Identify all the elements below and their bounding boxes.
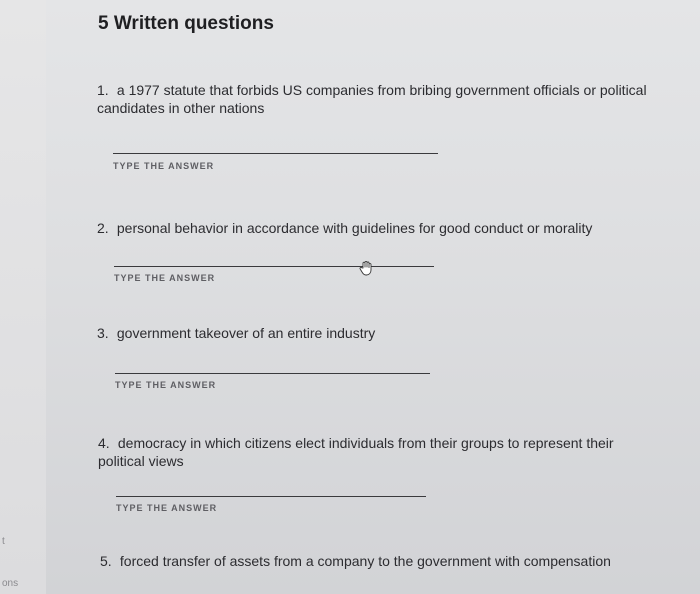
answer-input-3[interactable] bbox=[115, 373, 430, 374]
gutter-fragment-bottom: ons bbox=[2, 578, 19, 589]
question-text: forced transfer of assets from a company… bbox=[119, 553, 611, 569]
question-number: 1. bbox=[97, 82, 109, 98]
question-text: a 1977 statute that forbids US companies… bbox=[97, 82, 647, 116]
question-1: 1. a 1977 statute that forbids US compan… bbox=[97, 81, 672, 117]
question-3: 3. government takeover of an entire indu… bbox=[97, 324, 672, 342]
question-2: 2. personal behavior in accordance with … bbox=[97, 219, 672, 237]
question-number: 4. bbox=[98, 435, 110, 451]
question-text: democracy in which citizens elect indivi… bbox=[98, 435, 614, 469]
question-number: 2. bbox=[97, 220, 109, 236]
question-4: 4. democracy in which citizens elect ind… bbox=[98, 434, 658, 470]
gutter-fragment-top: t bbox=[2, 536, 5, 547]
question-5: 5. forced transfer of assets from a comp… bbox=[100, 552, 680, 570]
answer-label-3: TYPE THE ANSWER bbox=[115, 380, 217, 390]
answer-label-2: TYPE THE ANSWER bbox=[114, 273, 216, 283]
question-number: 3. bbox=[97, 325, 109, 341]
hand-cursor-icon bbox=[359, 260, 372, 276]
left-gutter: t ons bbox=[0, 0, 47, 594]
question-text: personal behavior in accordance with gui… bbox=[116, 220, 593, 236]
question-text: government takeover of an entire industr… bbox=[116, 325, 376, 341]
section-title: 5 Written questions bbox=[98, 13, 274, 34]
answer-input-2[interactable] bbox=[114, 266, 434, 267]
answer-label-4: TYPE THE ANSWER bbox=[116, 503, 218, 513]
question-number: 5. bbox=[100, 553, 112, 569]
answer-label-1: TYPE THE ANSWER bbox=[113, 161, 215, 171]
answer-input-4[interactable] bbox=[116, 496, 426, 497]
answer-input-1[interactable] bbox=[113, 153, 438, 154]
